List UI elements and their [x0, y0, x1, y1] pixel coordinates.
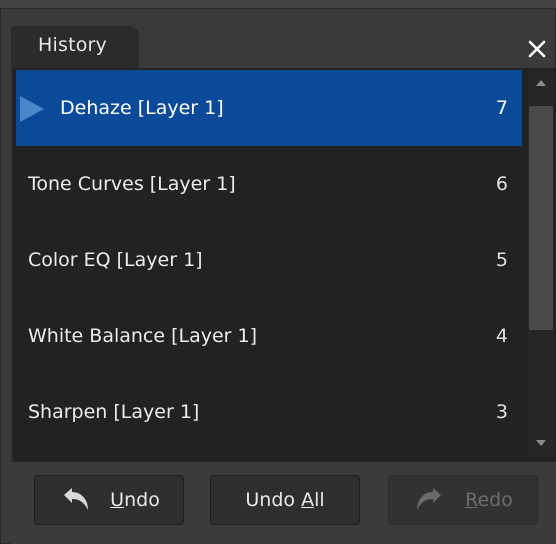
undo-all-button-label: Undo All — [245, 489, 325, 511]
history-item[interactable]: Tone Curves [Layer 1] 6 — [16, 146, 522, 222]
history-item-label: Sharpen [Layer 1] — [28, 401, 200, 423]
tab-history-label: History — [38, 34, 107, 56]
redo-mnemonic: R — [465, 489, 478, 511]
scroll-up-button[interactable] — [528, 72, 554, 94]
history-item-step: 4 — [495, 325, 508, 347]
history-item-label: White Balance [Layer 1] — [28, 325, 258, 347]
history-item-step: 7 — [495, 97, 508, 119]
history-item[interactable]: Dehaze [Layer 1] 7 — [16, 70, 522, 146]
history-item-step: 6 — [495, 173, 508, 195]
undo-mnemonic: U — [110, 489, 125, 511]
history-item-step: 5 — [495, 249, 508, 271]
undo-all-mnemonic: A — [301, 489, 315, 511]
history-item-label: Color EQ [Layer 1] — [28, 249, 203, 271]
history-item-step: 3 — [495, 401, 508, 423]
redo-button-label: Redo — [465, 489, 513, 511]
play-marker-icon — [20, 96, 44, 122]
undo-button-label: Undo — [110, 489, 160, 511]
history-item[interactable]: Sharpen [Layer 1] 3 — [16, 374, 522, 450]
chevron-up-icon — [536, 80, 546, 86]
history-item[interactable]: Color EQ [Layer 1] 5 — [16, 222, 522, 298]
panel-top-edge — [0, 0, 556, 9]
close-icon — [528, 40, 546, 58]
history-item-label: Tone Curves [Layer 1] — [28, 173, 236, 195]
scrollbar-thumb[interactable] — [529, 106, 553, 330]
history-item[interactable]: White Balance [Layer 1] 4 — [16, 298, 522, 374]
redo-button[interactable]: Redo — [388, 475, 538, 525]
tab-history[interactable]: History — [11, 26, 139, 68]
undo-button[interactable]: Undo — [34, 475, 184, 525]
undo-all-button[interactable]: Undo All — [210, 475, 360, 525]
undo-arrow-icon — [64, 488, 89, 510]
scroll-down-button[interactable] — [528, 432, 554, 454]
redo-arrow-icon — [417, 488, 442, 510]
close-button[interactable] — [524, 36, 550, 62]
chevron-down-icon — [536, 440, 546, 446]
vertical-scrollbar[interactable] — [528, 70, 554, 456]
history-item-label: Dehaze [Layer 1] — [60, 97, 224, 119]
history-list: Dehaze [Layer 1] 7 Tone Curves [Layer 1]… — [6, 70, 522, 456]
